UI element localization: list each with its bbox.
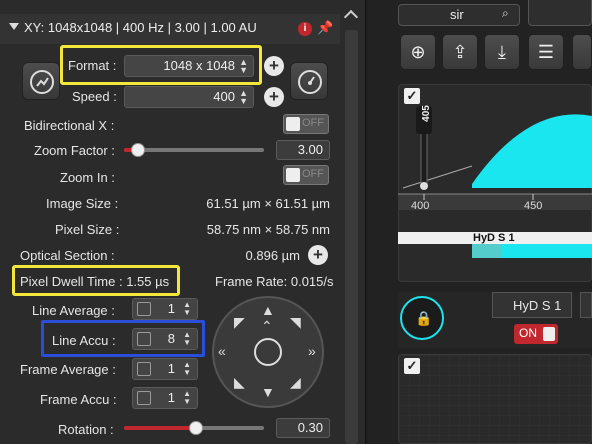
zoom-factor-label: Zoom Factor : <box>34 143 115 158</box>
lock-icon: 🔒 <box>415 310 433 326</box>
line-accu-value: 8 <box>167 331 175 346</box>
zoom-factor-slider[interactable] <box>124 148 264 152</box>
detector-header-next <box>580 292 592 318</box>
detector-on-toggle[interactable]: ON <box>514 324 558 344</box>
rotation-label: Rotation : <box>58 422 114 437</box>
detector-header: HyD S 1 <box>492 292 572 318</box>
image-size-value: 61.51 µm × 61.51 µm <box>206 196 330 211</box>
bidirectional-label: Bidirectional X : <box>24 118 115 133</box>
list-icon[interactable]: ☰ <box>528 34 564 70</box>
upload-icon[interactable]: ⇪ <box>442 34 478 70</box>
zoom-in-state: OFF <box>302 168 324 180</box>
frame-average-value: 1 <box>167 361 175 376</box>
collapse-arrow-icon[interactable] <box>9 23 19 30</box>
arrow-left-icon[interactable]: « <box>218 343 226 359</box>
more-tools-button[interactable] <box>572 34 592 70</box>
pixel-size-value: 58.75 nm × 58.75 nm <box>206 222 330 237</box>
toggle-knob <box>286 117 300 131</box>
frame-average-label: Frame Average : <box>20 362 116 377</box>
frame-rate-label: Frame Rate: 0.015/s <box>215 274 334 289</box>
optical-section-label: Optical Section : <box>20 248 115 263</box>
pan-dpad[interactable]: ▲ ⌃ ▼ « » ◤ ◥ ◣ ◢ <box>212 296 324 408</box>
square-icon <box>137 302 151 316</box>
arrow-down-icon[interactable]: ▼ <box>261 384 275 400</box>
speed-label: Speed : <box>72 89 117 104</box>
calibrate-button[interactable] <box>22 62 60 100</box>
grid <box>399 355 591 443</box>
rotation-slider-handle[interactable] <box>189 421 203 435</box>
speed-dropdown[interactable]: 400 ▲ ▼ <box>124 86 254 108</box>
format-label: Format : <box>68 58 117 73</box>
image-size-label: Image Size : <box>46 196 119 211</box>
line-average-label: Line Average : <box>32 303 115 318</box>
chevron-updown-icon: ▲ ▼ <box>183 330 191 347</box>
speed-value: 400 <box>213 89 235 104</box>
frame-accu-label: Frame Accu : <box>40 392 117 407</box>
chevron-updown-icon: ▲ ▼ <box>239 88 248 106</box>
add-button[interactable]: ⊕ <box>400 34 436 70</box>
chevron-updown-icon: ▲ ▼ <box>183 300 191 317</box>
bidirectional-state: OFF <box>302 117 324 129</box>
tick-label-450: 450 <box>524 200 543 212</box>
lock-toggle-button[interactable]: 🔒 <box>400 296 444 340</box>
arrow-up-small-icon[interactable]: ⌃ <box>261 318 273 335</box>
detector-state: ON <box>519 326 537 340</box>
square-icon <box>137 332 151 346</box>
zoom-in-label: Zoom In : <box>60 170 115 185</box>
line-accu-spinner[interactable]: 8 ▲ ▼ <box>132 328 198 350</box>
format-value: 1048 x 1048 <box>163 58 235 73</box>
square-icon <box>137 362 151 376</box>
laser-marker-label: 405 <box>420 105 432 122</box>
tick-label-400: 400 <box>411 200 430 212</box>
toggle-knob <box>543 327 555 341</box>
pixel-dwell-label: Pixel Dwell Time : 1.55 µs <box>20 274 170 289</box>
add-optical-section-button[interactable]: + <box>308 245 328 265</box>
lower-spectrum-panel <box>398 354 592 444</box>
rotation-input[interactable]: 0.30 <box>276 418 330 438</box>
optical-section-value: 0.896 µm <box>245 248 300 263</box>
add-speed-button[interactable]: + <box>264 87 284 107</box>
zoom-in-toggle[interactable]: OFF <box>283 165 329 185</box>
chevron-updown-icon: ▲ ▼ <box>239 57 248 75</box>
checkbox-checked-icon[interactable]: ✓ <box>404 358 420 374</box>
frame-accu-spinner[interactable]: 1 ▲ ▼ <box>132 387 198 409</box>
arrow-up-left-icon[interactable]: ◤ <box>234 314 245 331</box>
bidirectional-toggle[interactable]: OFF <box>283 114 329 134</box>
detector-name: HyD S 1 <box>513 298 562 313</box>
format-dropdown[interactable]: 1048 x 1048 ▲ ▼ <box>124 55 254 77</box>
scrollbar-thumb[interactable] <box>345 30 358 444</box>
rotation-slider-fill <box>124 426 196 430</box>
arrow-up-right-icon[interactable]: ◥ <box>290 314 301 331</box>
square-icon <box>137 391 151 405</box>
pin-icon[interactable]: 📌 <box>317 20 333 36</box>
toggle-knob <box>286 168 300 182</box>
gauge-icon <box>298 70 322 94</box>
arrow-down-left-icon[interactable]: ◣ <box>234 374 245 391</box>
arrow-right-icon[interactable]: » <box>308 343 316 359</box>
pixel-size-label: Pixel Size : <box>55 222 120 237</box>
arrow-down-right-icon[interactable]: ◢ <box>290 374 301 391</box>
zoom-factor-slider-handle[interactable] <box>131 143 145 157</box>
speed-gauge-button[interactable] <box>290 62 328 100</box>
line-average-value: 1 <box>167 301 175 316</box>
chevron-updown-icon: ▲ ▼ <box>183 389 191 406</box>
line-average-spinner[interactable]: 1 ▲ ▼ <box>132 298 198 320</box>
detector-band-label: HyD S 1 <box>473 232 515 244</box>
arrow-up-icon[interactable]: ▲ <box>261 302 275 318</box>
add-format-button[interactable]: + <box>264 56 284 76</box>
zoom-factor-input[interactable]: 3.00 <box>276 140 330 160</box>
frame-accu-value: 1 <box>167 390 175 405</box>
center-icon[interactable] <box>254 338 282 366</box>
panel-title: XY: 1048x1048 | 400 Hz | 3.00 | 1.00 AU <box>24 20 257 35</box>
search-value: sir <box>450 7 464 22</box>
line-accu-label: Line Accu : <box>52 333 116 348</box>
top-tab[interactable] <box>528 0 592 26</box>
info-icon[interactable]: i <box>298 22 312 36</box>
download-icon[interactable]: ⤓ <box>484 34 520 70</box>
chevron-updown-icon: ▲ ▼ <box>183 360 191 377</box>
search-icon[interactable]: ⌕ <box>502 6 509 21</box>
frame-average-spinner[interactable]: 1 ▲ ▼ <box>132 358 198 380</box>
chart-icon <box>30 70 54 94</box>
